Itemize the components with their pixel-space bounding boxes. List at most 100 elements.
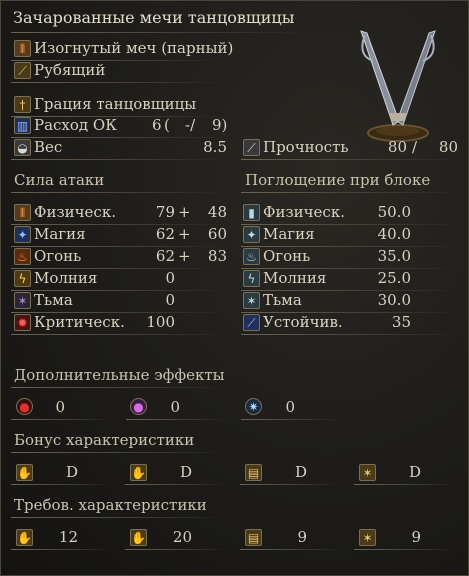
attack-base: 62 [155, 225, 175, 243]
skill-icon: † [14, 96, 31, 113]
guard-value: 35 [391, 313, 411, 331]
guard-value: 35.0 [377, 247, 411, 265]
guard-fire-icon: ♨ [243, 248, 260, 265]
bleed-value: 0 [55, 398, 65, 416]
attack-label: Тьма [34, 291, 73, 309]
divider [11, 387, 226, 388]
divider [11, 159, 226, 160]
guard-label: Магия [263, 225, 315, 243]
fp-cost-value: 6 [152, 116, 162, 134]
fp-cost-paren: ( [164, 116, 170, 134]
bonus-value: D [408, 463, 421, 481]
guard-label: Тьма [263, 291, 302, 309]
guard-label: Устойчив. [263, 313, 343, 331]
guard-value: 40.0 [377, 225, 411, 243]
divider [241, 159, 461, 160]
divider [11, 419, 111, 420]
poison-icon: ● [130, 398, 147, 415]
effects-header: Дополнительные эффекты [14, 366, 225, 384]
skill-name: Грация танцовщицы [34, 95, 197, 113]
magic-icon: ✦ [14, 226, 31, 243]
durability-sep: / [412, 138, 418, 156]
guard-label: Молния [263, 269, 327, 287]
bonus-header: Бонус характеристики [14, 431, 195, 449]
attack-base: 62 [155, 247, 175, 265]
weapon-image [360, 30, 436, 142]
critical-icon: ✹ [14, 314, 31, 331]
attack-label: Магия [34, 225, 86, 243]
attack-type: Рубящий [34, 61, 106, 79]
attack-plus: + [178, 247, 191, 265]
divider [125, 549, 225, 550]
req-intelligence-icon: ▤ [245, 529, 262, 546]
requirement-value: 20 [172, 528, 192, 546]
attack-header: Сила атаки [14, 171, 105, 189]
attack-label: Молния [34, 269, 98, 287]
attack-bonus: 48 [207, 203, 227, 221]
frost-icon: ✷ [245, 398, 262, 415]
title-divider [11, 32, 311, 33]
weapon-type-icon: ⫴ [14, 40, 31, 57]
requirement-value: 9 [411, 528, 421, 546]
bonus-value: D [179, 463, 192, 481]
attack-base: 100 [146, 313, 175, 331]
faith-icon: ✶ [359, 464, 376, 481]
guard-header: Поглощение при блоке [245, 171, 431, 189]
durability-max: 80 [438, 138, 458, 156]
intelligence-icon: ▤ [245, 464, 262, 481]
attack-label: Физическ. [34, 203, 116, 221]
fire-icon: ♨ [14, 248, 31, 265]
dexterity-icon: ✋ [130, 464, 147, 481]
dark-icon: ✶ [14, 292, 31, 309]
weight-value: 8.5 [203, 138, 227, 156]
attack-base: 0 [165, 269, 175, 287]
divider [11, 452, 226, 453]
strength-icon: ✋ [16, 464, 33, 481]
req-faith-icon: ✶ [359, 529, 376, 546]
attack-bonus: 60 [207, 225, 227, 243]
divider [11, 549, 111, 550]
slash-icon: ⟋ [14, 62, 31, 79]
divider [11, 82, 226, 83]
attack-plus: + [178, 203, 191, 221]
divider [11, 517, 226, 518]
guard-value: 30.0 [377, 291, 411, 309]
requirements-header: Требов. характеристики [14, 496, 207, 514]
poison-value: 0 [170, 398, 180, 416]
durability-label: Прочность [263, 138, 349, 156]
guard-magic-icon: ✦ [243, 226, 260, 243]
weight-icon: ◒ [14, 139, 31, 156]
fp-cost-min: -/ [185, 116, 196, 134]
divider [240, 484, 340, 485]
attack-label: Критическ. [34, 313, 125, 331]
physical-icon: ⫴ [14, 204, 31, 221]
divider [11, 334, 226, 335]
req-strength-icon: ✋ [16, 529, 33, 546]
divider [126, 419, 226, 420]
divider [240, 549, 340, 550]
stability-icon: ⟋ [243, 314, 260, 331]
weapon-info-panel: Зачарованные мечи танцовщицы ⫴ Изогнутый… [0, 0, 469, 576]
weapon-type: Изогнутый меч (парный) [34, 39, 234, 57]
bleed-icon: ● [16, 398, 33, 415]
divider [241, 419, 341, 420]
lightning-icon: ϟ [14, 270, 31, 287]
attack-label: Огонь [34, 247, 82, 265]
bonus-value: D [65, 463, 78, 481]
attack-plus: + [178, 225, 191, 243]
guard-value: 25.0 [377, 269, 411, 287]
fp-cost-label: Расход ОК [34, 116, 117, 134]
fp-icon: ▥ [14, 117, 31, 134]
divider [125, 484, 225, 485]
bonus-value: D [294, 463, 307, 481]
divider [241, 334, 461, 335]
fp-cost-max: 9) [212, 116, 228, 134]
guard-label: Физическ. [263, 203, 345, 221]
requirement-value: 9 [297, 528, 307, 546]
divider [11, 484, 111, 485]
weapon-name: Зачарованные мечи танцовщицы [13, 8, 295, 27]
guard-dark-icon: ✶ [243, 292, 260, 309]
durability-icon: ⟋ [243, 139, 260, 156]
divider [241, 192, 461, 193]
durability-current: 80 [387, 138, 407, 156]
